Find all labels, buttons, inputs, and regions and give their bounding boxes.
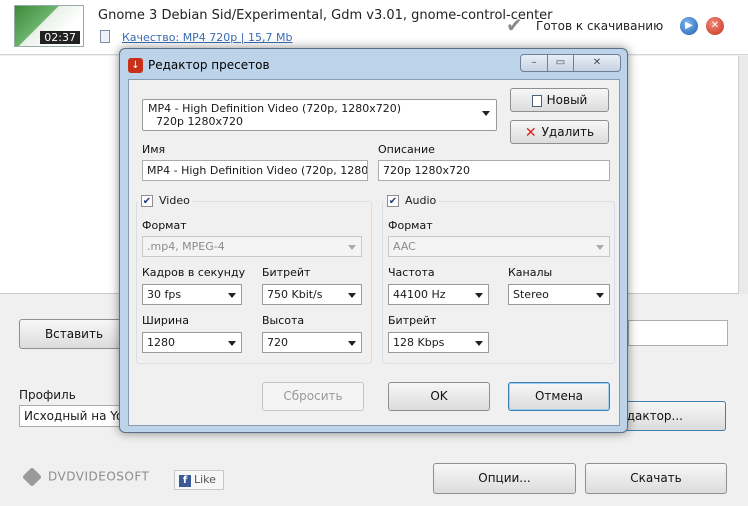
like-label: Like [194,473,216,486]
chevron-down-icon [596,293,604,298]
dialog-title: Редактор пресетов [148,58,270,72]
width-label: Ширина [142,314,189,327]
delete-icon: ✕ [524,124,537,141]
height-select[interactable]: 720 [262,332,362,353]
window-controls: – ▭ ✕ [520,54,621,72]
profile-select[interactable]: Исходный на You [19,405,129,427]
channels-value: Stereo [513,288,549,301]
audio-bitrate-label: Битрейт [388,314,437,327]
video-checkbox[interactable]: ✔ Video [138,194,193,207]
play-icon[interactable]: ▶ [680,17,698,35]
width-select[interactable]: 1280 [142,332,242,353]
remove-icon[interactable]: ✕ [706,17,724,35]
fps-value: 30 fps [147,288,182,301]
checkbox-checked-icon: ✔ [141,195,153,207]
description-label: Описание [378,143,435,156]
output-folder-field[interactable] [628,320,728,346]
video-title: Gnome 3 Debian Sid/Experimental, Gdm v3.… [98,8,553,23]
new-preset-button[interactable]: Новый [510,88,609,112]
audio-bitrate-value: 128 Kbps [393,336,445,349]
brand-logo: DVDVIDEOSOFT [22,467,149,491]
new-label: Новый [546,93,588,107]
chevron-down-icon [228,293,236,298]
editor-button[interactable]: едактор... [618,401,726,431]
fps-select[interactable]: 30 fps [142,284,242,305]
video-bitrate-value: 750 Kbit/s [267,288,323,301]
name-input[interactable]: MP4 - High Definition Video (720p, 1280x… [142,160,368,181]
thumbnail-duration: 02:37 [40,31,80,44]
quality-link[interactable]: Качество: MP4 720p | 15,7 Mb [122,31,292,44]
video-label: Video [159,194,190,207]
video-bitrate-select[interactable]: 750 Kbit/s [262,284,362,305]
logo-icon [22,467,42,487]
brand-text: DVDVIDEOSOFT [48,469,150,484]
video-format-select: .mp4, MPEG-4 [142,236,362,257]
delete-label: Удалить [541,125,595,139]
chevron-down-icon [475,293,483,298]
cancel-button[interactable]: Отмена [508,382,610,411]
checkbox-checked-icon: ✔ [387,195,399,207]
chevron-down-icon [348,341,356,346]
checkmark-icon: ✔ [506,13,523,37]
ok-button[interactable]: OK [388,382,490,411]
app-icon: ↓ [128,58,143,73]
channels-select[interactable]: Stereo [508,284,610,305]
dialog-title-bar[interactable]: ↓ Редактор пресетов – ▭ ✕ [120,49,627,79]
paste-button[interactable]: Вставить [19,319,129,349]
chevron-down-icon [348,293,356,298]
audio-format-label: Формат [388,219,433,232]
preset-line-1: MP4 - High Definition Video (720p, 1280x… [148,102,401,115]
height-value: 720 [267,336,288,349]
minimize-icon[interactable]: – [520,54,548,72]
download-button[interactable]: Скачать [585,463,727,494]
maximize-icon[interactable]: ▭ [547,54,574,72]
fps-label: Кадров в секунду [142,266,246,279]
chevron-down-icon [348,245,356,250]
scrollbar[interactable] [738,56,748,294]
queue-item[interactable]: 02:37 Gnome 3 Debian Sid/Experimental, G… [0,0,748,55]
video-thumbnail[interactable]: 02:37 [14,5,84,47]
new-document-icon [531,94,542,107]
height-label: Высота [262,314,305,327]
frequency-select[interactable]: 44100 Hz [388,284,489,305]
facebook-icon: f [179,475,191,487]
name-label: Имя [142,143,166,156]
audio-bitrate-select[interactable]: 128 Kbps [388,332,489,353]
channels-label: Каналы [508,266,553,279]
video-format-value: .mp4, MPEG-4 [147,240,225,253]
audio-label: Audio [405,194,437,207]
frequency-label: Частота [388,266,435,279]
width-value: 1280 [147,336,175,349]
chevron-down-icon [228,341,236,346]
document-icon [100,30,110,43]
chevron-down-icon [482,111,490,116]
description-input[interactable]: 720p 1280x720 [378,160,610,181]
delete-preset-button[interactable]: ✕ Удалить [510,120,609,144]
video-bitrate-label: Битрейт [262,266,311,279]
audio-format-select: AAC [388,236,610,257]
frequency-value: 44100 Hz [393,288,446,301]
chevron-down-icon [596,245,604,250]
preset-select[interactable]: MP4 - High Definition Video (720p, 1280x… [142,99,497,131]
video-format-label: Формат [142,219,187,232]
options-button[interactable]: Опции... [433,463,576,494]
profile-label: Профиль [19,388,76,402]
audio-checkbox[interactable]: ✔ Audio [384,194,440,207]
close-icon[interactable]: ✕ [573,54,621,72]
like-button[interactable]: f Like [174,470,224,490]
chevron-down-icon [475,341,483,346]
preset-editor-dialog: ↓ Редактор пресетов – ▭ ✕ MP4 - High Def… [119,48,628,433]
audio-format-value: AAC [393,240,416,253]
reset-button: Сбросить [262,382,364,411]
preset-line-2: 720p 1280x720 [156,115,243,128]
status-text: Готов к скачиванию [536,19,664,33]
